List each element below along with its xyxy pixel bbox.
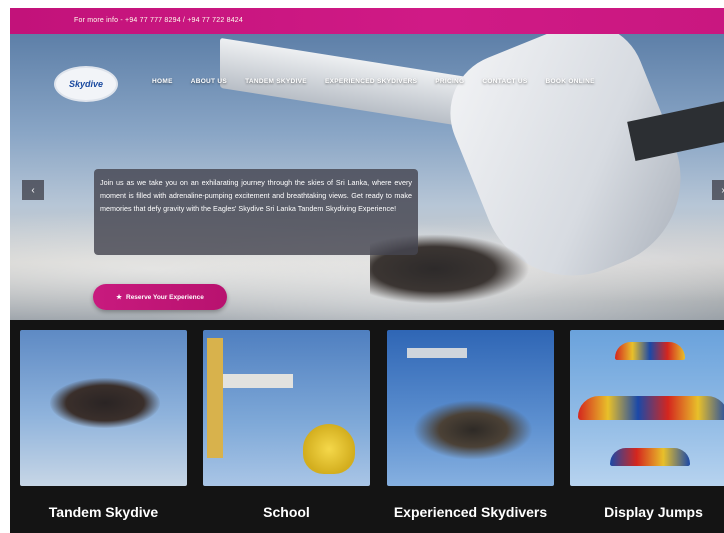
canopy-bottom-shape	[610, 448, 690, 466]
display-jumps-image	[570, 330, 724, 486]
card-school[interactable]: School	[203, 330, 370, 520]
logo-text: Skydive	[68, 79, 104, 89]
card-label-tandem: Tandem Skydive	[48, 504, 159, 520]
nav-item-tandem-skydive[interactable]: TANDEM SKYDIVE	[245, 78, 307, 85]
card-tandem-skydive[interactable]: Tandem Skydive	[20, 330, 187, 520]
canopy-top-shape	[615, 342, 685, 360]
school-wing-shape	[223, 374, 293, 388]
hero-slider: Skydive HOME ABOUT US TANDEM SKYDIVE EXP…	[10, 34, 724, 320]
hero-caption-text: Join us as we take you on an exhilaratin…	[100, 178, 412, 213]
school-parachute-shape	[303, 424, 355, 474]
exp-plane-shape	[407, 348, 467, 358]
tandem-skydive-image	[20, 330, 187, 486]
card-label-experienced: Experienced Skydivers	[393, 504, 548, 520]
nav-item-pricing[interactable]: PRICING	[435, 78, 464, 85]
card-experienced-skydivers[interactable]: Experienced Skydivers	[387, 330, 554, 520]
slider-prev-button[interactable]: ‹	[22, 180, 44, 200]
school-plane-shape	[207, 338, 223, 458]
nav-item-contact-us[interactable]: CONTACT US	[482, 78, 527, 85]
contact-info-text: For more info - +94 77 777 8294 / +94 77…	[74, 17, 243, 24]
slider-next-button[interactable]: ›	[712, 180, 724, 200]
exp-formation-shape	[413, 400, 533, 460]
experienced-skydivers-image	[387, 330, 554, 486]
contact-info-bar: For more info - +94 77 777 8294 / +94 77…	[10, 8, 724, 34]
nav-item-about-us[interactable]: ABOUT US	[191, 78, 227, 85]
chevron-left-icon: ‹	[31, 184, 35, 196]
trophy-icon: ★	[116, 294, 122, 301]
reserve-experience-label: Reserve Your Experience	[126, 293, 204, 301]
hero-caption: Join us as we take you on an exhilaratin…	[94, 169, 418, 255]
nav-item-book-online[interactable]: BOOK ONLINE	[546, 78, 595, 85]
card-display-jumps[interactable]: Display Jumps	[570, 330, 724, 520]
school-image	[203, 330, 370, 486]
card-label-display: Display Jumps	[604, 504, 703, 520]
nav-item-experienced-skydivers[interactable]: EXPERIENCED SKYDIVERS	[325, 78, 417, 85]
nav-item-home[interactable]: HOME	[152, 78, 173, 85]
page-frame: For more info - +94 77 777 8294 / +94 77…	[10, 8, 724, 533]
services-section: Tandem Skydive School Experienced Skydiv…	[10, 320, 724, 533]
tandem-jumpers-shape	[50, 378, 160, 428]
card-label-school: School	[263, 504, 310, 520]
canopy-middle-shape	[578, 396, 724, 420]
main-nav: HOME ABOUT US TANDEM SKYDIVE EXPERIENCED…	[152, 78, 613, 85]
site-logo[interactable]: Skydive	[54, 66, 118, 102]
reserve-experience-button[interactable]: ★ Reserve Your Experience	[93, 284, 227, 310]
